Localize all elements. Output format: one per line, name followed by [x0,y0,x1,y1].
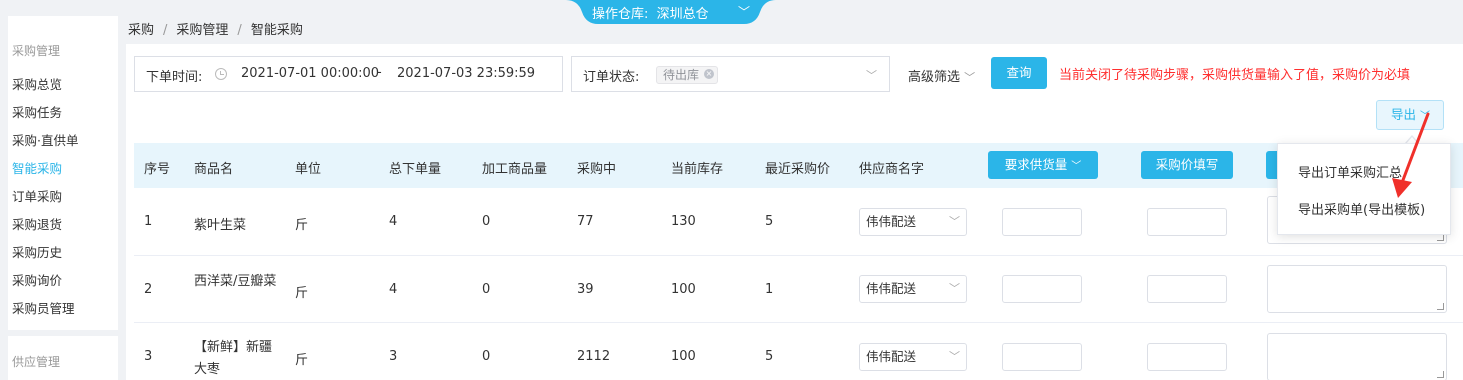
cell-processed: 0 [482,214,491,229]
col-recent-price: 最近采购价 [765,162,831,177]
col-product: 商品名 [194,162,234,177]
cell-recent-price: 5 [765,214,774,229]
sidebar-item-inquiry[interactable]: 采购询价 [12,270,62,289]
chevron-down-icon: ﹀ [949,350,960,363]
sidebar-group-title: 采购管理 [12,44,61,58]
cell-purchasing: 2112 [577,349,611,364]
order-time-label: 下单时间: [146,70,203,85]
main-content: 下单时间: 2021-07-01 00:00:00 - 2021-07-03 2… [126,44,1463,380]
col-processed: 加工商品量 [482,162,548,177]
remark-textarea[interactable] [1267,333,1447,380]
required-supply-button[interactable]: 要求供货量 ﹀ [988,151,1098,179]
table-row: 1 紫叶生菜 斤 4 0 77 130 5 伟伟配送 ﹀ [134,188,1463,256]
sidebar-item-smart-purchase[interactable]: 智能采购 [12,158,62,177]
cell-unit: 斤 [295,218,309,233]
order-time-range[interactable]: 下单时间: 2021-07-01 00:00:00 - 2021-07-03 2… [134,56,563,92]
col-unit: 单位 [295,162,322,177]
breadcrumb: 采购 / 采购管理 / 智能采购 [128,23,303,38]
supplier-select[interactable]: 伟伟配送 ﹀ [859,275,967,303]
cell-purchasing: 77 [577,214,594,229]
cell-total-order: 4 [389,282,398,297]
sidebar-item-order-purchase[interactable]: 订单采购 [12,186,62,205]
chevron-down-icon: ﹀ [738,5,751,19]
cell-stock: 100 [671,282,696,297]
cell-unit: 斤 [295,286,309,301]
chevron-down-icon: ﹀ [949,215,960,228]
cell-stock: 100 [671,349,696,364]
start-time-input[interactable]: 2021-07-01 00:00:00 [241,66,379,81]
notice-text: 当前关闭了待采购步骤，采购供货量输入了值，采购价为必填 [1059,68,1411,83]
sidebar-item-history[interactable]: 采购历史 [12,242,62,261]
advanced-filter-toggle[interactable]: 高级筛选 ﹀ [908,66,975,85]
table-row: 3 【新鲜】新疆大枣 斤 3 0 2112 100 5 伟伟配送 ﹀ [134,323,1463,380]
sidebar-item-returns[interactable]: 采购退货 [12,214,62,233]
order-status-label: 订单状态: [583,70,640,85]
remark-textarea[interactable] [1267,265,1447,313]
warehouse-selector[interactable]: 操作仓库: 深圳总仓 ﹀ [566,0,776,24]
range-separator: - [377,65,382,80]
supplier-select[interactable]: 伟伟配送 ﹀ [859,343,967,371]
chevron-down-icon: ﹀ [866,69,877,82]
purchase-price-input[interactable] [1147,343,1227,371]
purchase-price-input[interactable] [1147,275,1227,303]
end-time-input[interactable]: 2021-07-03 23:59:59 [397,66,535,81]
status-tag-label: 待出库 [663,68,700,82]
sidebar-item-direct-order[interactable]: 采购·直供单 [12,130,78,149]
order-status-select[interactable]: 订单状态: 待出库 × ﹀ [571,56,890,92]
purchase-price-input[interactable] [1147,208,1227,236]
annotation-arrow-icon [1392,112,1430,198]
col-supplier: 供应商名字 [859,162,925,177]
sidebar: 采购管理 采购总览 采购任务 采购·直供单 智能采购 订单采购 采购退货 采购历… [0,0,118,380]
cell-index: 1 [144,214,153,229]
cell-product: 【新鲜】新疆大枣 [194,340,273,377]
cell-total-order: 4 [389,214,398,229]
chevron-down-icon: ﹀ [949,282,960,295]
cell-processed: 0 [482,349,491,364]
breadcrumb-item[interactable]: 采购管理 [176,23,228,38]
cell-recent-price: 1 [765,282,774,297]
supplier-select[interactable]: 伟伟配送 ﹀ [859,208,967,236]
cell-processed: 0 [482,282,491,297]
breadcrumb-item-current: 智能采购 [250,23,303,38]
status-tag: 待出库 × [656,66,719,84]
col-total-order: 总下单量 [389,162,442,177]
warehouse-label: 操作仓库: 深圳总仓 [592,7,709,22]
cell-product: 西洋菜/豆瓣菜 [194,274,277,289]
cell-recent-price: 5 [765,349,774,364]
sidebar-item-buyers[interactable]: 采购员管理 [12,298,75,317]
required-supply-input[interactable] [1002,275,1082,303]
cell-product: 紫叶生菜 [194,218,247,233]
cell-total-order: 3 [389,349,398,364]
required-supply-input[interactable] [1002,208,1082,236]
cell-unit: 斤 [295,353,309,368]
cell-purchasing: 39 [577,282,594,297]
breadcrumb-item[interactable]: 采购 [128,23,154,38]
sidebar-group-title-supply: 供应管理 [12,355,61,369]
chevron-down-icon: ﹀ [1071,161,1082,172]
warehouse-value: 深圳总仓 [656,7,709,22]
col-purchasing: 采购中 [577,162,617,177]
required-supply-input[interactable] [1002,343,1082,371]
cell-stock: 130 [671,214,696,229]
cell-index: 3 [144,349,153,364]
cell-index: 2 [144,282,153,297]
sidebar-item-overview[interactable]: 采购总览 [12,74,62,93]
clock-icon [215,68,227,80]
price-fill-button[interactable]: 采购价填写 [1141,151,1233,179]
query-button[interactable]: 查询 [991,57,1047,89]
chevron-down-icon: ﹀ [964,71,976,84]
col-stock: 当前库存 [671,162,724,177]
col-index: 序号 [144,162,171,177]
close-icon[interactable]: × [704,69,715,79]
table-header: 序号 商品名 单位 总下单量 加工商品量 采购中 当前库存 最近采购价 供应商名… [134,143,1463,188]
sidebar-item-tasks[interactable]: 采购任务 [12,102,62,121]
table-row: 2 西洋菜/豆瓣菜 斤 4 0 39 100 1 伟伟配送 ﹀ [134,256,1463,323]
